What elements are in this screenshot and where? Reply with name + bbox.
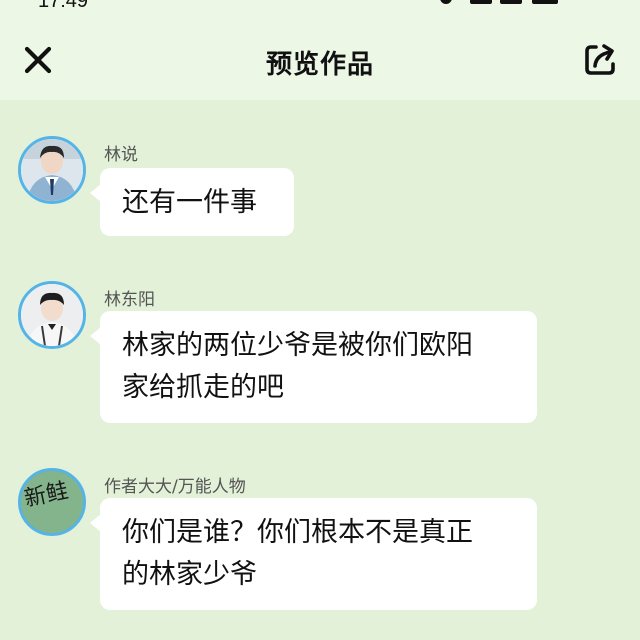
signal-icon	[470, 0, 492, 4]
avatar-xinlu-logo-image: 新鲑	[21, 471, 83, 533]
page-title: 预览作品	[265, 50, 374, 80]
message-text-line: 的林家少爷	[122, 559, 257, 590]
sender-name: 作者大大/万能人物	[104, 477, 246, 497]
share-button[interactable]	[580, 40, 620, 80]
message-bubble[interactable]: 你们是谁？你们根本不是真正 的林家少爷	[90, 498, 537, 610]
alarm-icon	[440, 0, 452, 4]
message-text-line: 林家的两位少爷是被你们欧阳	[122, 330, 473, 361]
battery-icon	[532, 0, 558, 4]
sender-name: 林说	[104, 145, 138, 165]
header-bar: 预览作品	[0, 14, 640, 100]
status-time: 17:49	[38, 0, 89, 12]
message-text-line: 你们是谁？你们根本不是真正	[122, 517, 473, 548]
sender-name: 林东阳	[104, 290, 155, 310]
chat-area: 林说 还有一件事 林东阳 林家的两位少爷是被你们欧阳 家给抓走的吧 新鲑 作者大…	[0, 100, 640, 640]
message-bubble[interactable]: 还有一件事	[90, 168, 294, 236]
message-text-line: 家给抓走的吧	[122, 372, 284, 403]
message-text: 还有一件事	[122, 187, 257, 218]
status-bar: 17:49	[0, 0, 640, 14]
avatar[interactable]	[18, 136, 86, 204]
avatar[interactable]: 新鲑	[18, 468, 86, 536]
message-bubble[interactable]: 林家的两位少爷是被你们欧阳 家给抓走的吧	[90, 311, 537, 423]
avatar-boy-suspenders-image	[21, 284, 83, 346]
avatar[interactable]	[18, 281, 86, 349]
avatar-boy-uniform-image	[21, 139, 83, 201]
wifi-icon	[500, 0, 522, 4]
share-icon	[585, 44, 615, 75]
